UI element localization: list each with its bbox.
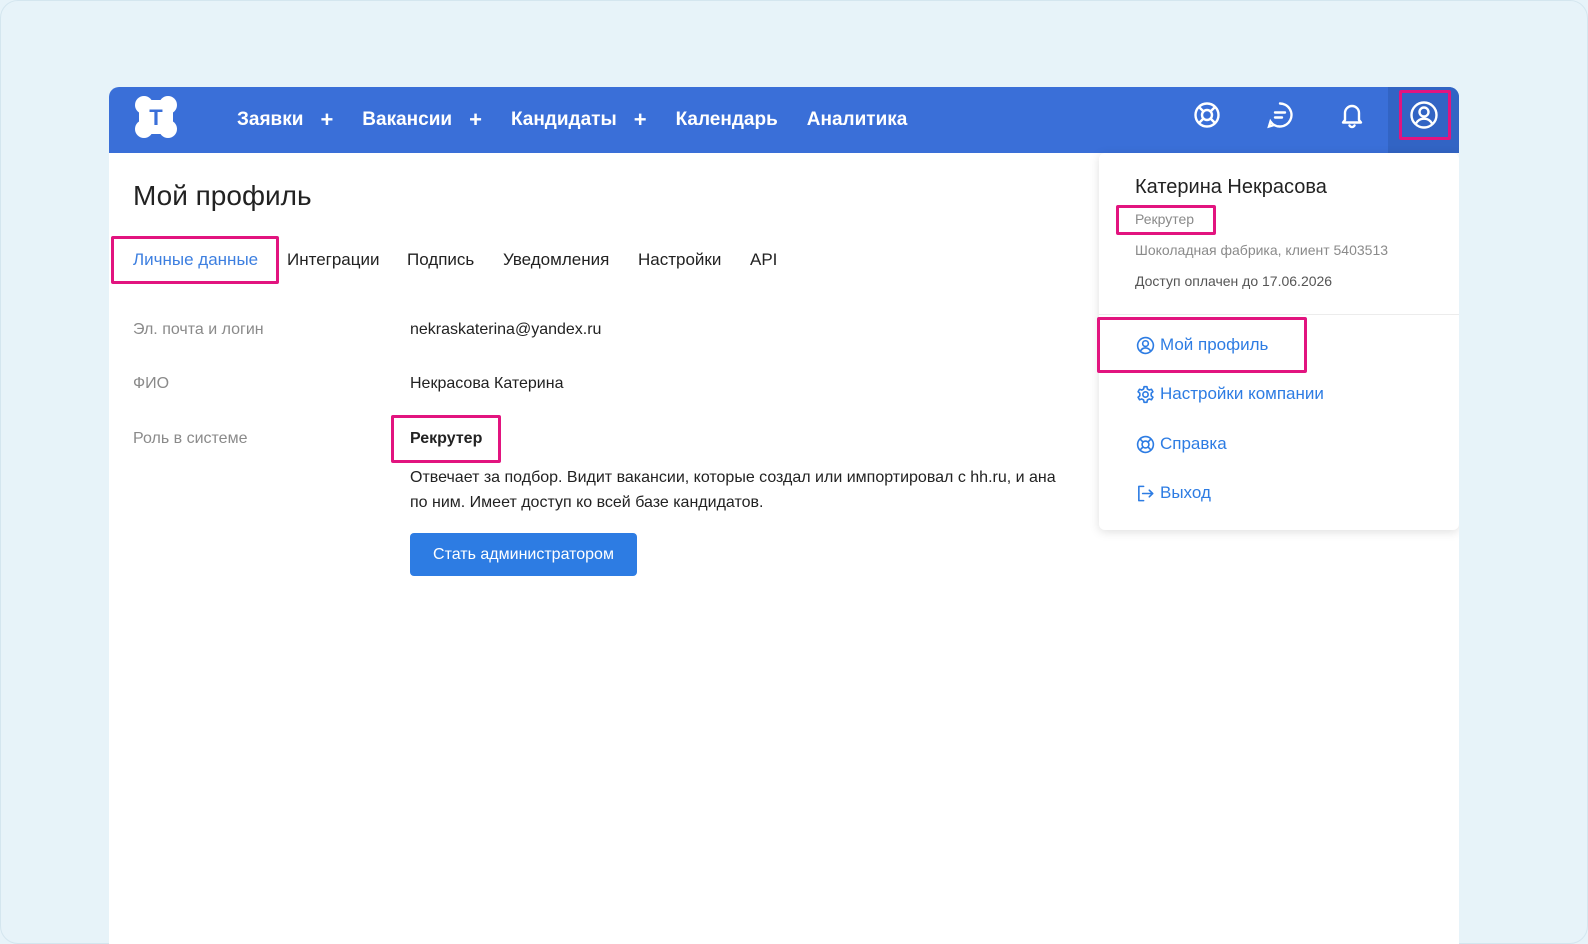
lifebuoy-icon[interactable]	[1192, 100, 1222, 130]
gear-icon	[1135, 384, 1155, 404]
menu-item-company-settings[interactable]: Настройки компании	[1135, 383, 1324, 405]
email-value: nekraskaterina@yandex.ru	[410, 321, 602, 338]
profile-menu-button[interactable]	[1388, 87, 1459, 153]
role-description-line: по ним. Имеет доступ ко всей базе кандид…	[410, 494, 764, 511]
menu-item-my-profile[interactable]: Мой профиль	[1135, 334, 1268, 356]
user-circle-icon	[1135, 335, 1155, 355]
role-value: Рекрутер	[410, 430, 483, 447]
nav-item-requests[interactable]: Заявки +	[237, 109, 333, 131]
nav-item-candidates[interactable]: Кандидаты +	[511, 109, 647, 131]
tab-personal-data[interactable]: Личные данные	[133, 250, 258, 270]
tab-api[interactable]: API	[750, 250, 777, 270]
nav-item-vacancies[interactable]: Вакансии +	[362, 109, 482, 131]
user-circle-icon	[1409, 100, 1439, 130]
nav-item-analytics[interactable]: Аналитика	[807, 109, 908, 131]
logout-icon	[1135, 483, 1155, 503]
chat-icon[interactable]	[1265, 100, 1295, 130]
page-title: Мой профиль	[133, 180, 312, 211]
full-name-value: Некрасова Катерина	[410, 375, 564, 392]
menu-item-label: Мой профиль	[1160, 335, 1269, 354]
bell-icon[interactable]	[1337, 100, 1367, 130]
menu-item-help[interactable]: Справка	[1135, 433, 1227, 455]
tab-settings[interactable]: Настройки	[638, 250, 721, 270]
add-request-button[interactable]: +	[320, 109, 333, 131]
add-vacancy-button[interactable]: +	[469, 109, 482, 131]
menu-item-label: Справка	[1160, 434, 1227, 453]
email-label: Эл. почта и логин	[133, 321, 264, 338]
nav-item-label: Вакансии	[362, 109, 453, 130]
tab-integrations[interactable]: Интеграции	[287, 250, 380, 270]
role-description: Отвечает за подбор. Видит вакансии, кото…	[410, 465, 1100, 515]
logo-letter: T	[149, 105, 163, 130]
become-admin-button[interactable]: Стать администратором	[410, 533, 637, 576]
access-info: Доступ оплачен до 17.06.2026	[1135, 273, 1333, 289]
nav-item-label: Заявки	[237, 109, 304, 130]
user-role: Рекрутер	[1135, 211, 1195, 227]
menu-item-logout[interactable]: Выход	[1135, 482, 1211, 504]
logo-icon[interactable]: T	[133, 94, 179, 140]
profile-dropdown: Катерина Некрасова Рекрутер Шоколадная ф…	[1097, 153, 1459, 530]
app-window: T Заявки + Вакансии + Кандидаты + Календ…	[109, 87, 1459, 944]
role-description-line: Отвечает за подбор. Видит вакансии, кото…	[410, 469, 1056, 486]
full-name-label: ФИО	[133, 375, 170, 392]
user-name: Катерина Некрасова	[1135, 176, 1327, 198]
menu-item-label: Выход	[1160, 483, 1211, 502]
menu-item-label: Настройки компании	[1160, 384, 1324, 403]
add-candidate-button[interactable]: +	[634, 109, 647, 131]
nav-item-label: Календарь	[675, 109, 778, 130]
nav-item-calendar[interactable]: Календарь	[676, 109, 778, 131]
tab-signature[interactable]: Подпись	[407, 250, 474, 270]
top-navigation-bar: T Заявки + Вакансии + Кандидаты + Календ…	[109, 87, 1459, 153]
tab-notifications[interactable]: Уведомления	[503, 250, 609, 270]
main-nav: Заявки + Вакансии + Кандидаты + Календар…	[237, 87, 936, 153]
nav-item-label: Кандидаты	[510, 109, 617, 130]
lifebuoy-icon	[1135, 434, 1155, 454]
company-info: Шоколадная фабрика, клиент 5403513	[1135, 242, 1389, 258]
nav-item-label: Аналитика	[806, 109, 908, 130]
role-label: Роль в системе	[133, 430, 248, 447]
divider	[1099, 314, 1459, 315]
